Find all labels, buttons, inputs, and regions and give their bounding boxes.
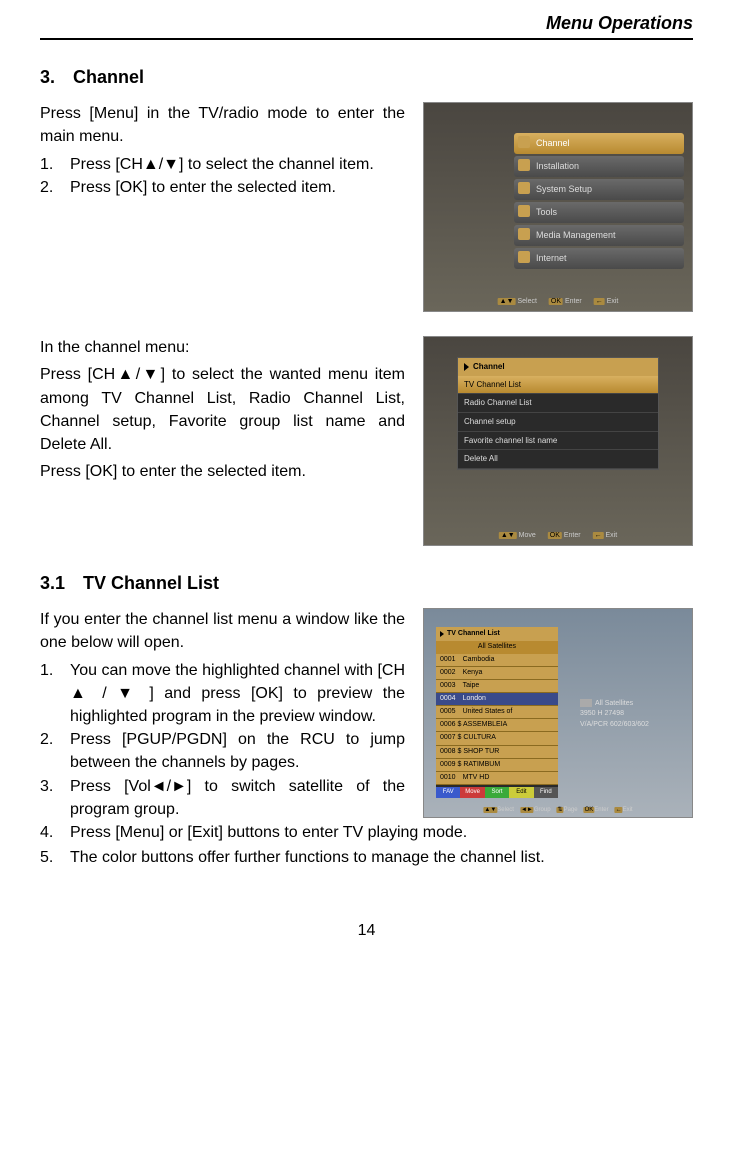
- submenu-row: Delete All: [458, 450, 658, 469]
- menu-row: System Setup: [514, 179, 684, 200]
- channel-row: 0001 Cambodia: [436, 654, 558, 667]
- find-button: Find: [534, 787, 558, 798]
- list-body: The color buttons offer further function…: [70, 846, 693, 869]
- section2-pre: In the channel menu:: [40, 336, 405, 359]
- list-number: 4.: [40, 821, 70, 844]
- menu-item-icon: [518, 159, 530, 171]
- section2-para1: Press [CH▲/▼] to select the wanted menu …: [40, 363, 405, 456]
- channel-info: All Satellites 3950 H 27498 V/A/PCR 602/…: [580, 699, 680, 729]
- hint-bar: ▲▼ Select OK Enter ← Exit: [498, 297, 619, 307]
- list-body: Press [CH▲/▼] to select the channel item…: [70, 153, 405, 176]
- submenu-row: Channel setup: [458, 413, 658, 432]
- channel-row: 0002 Kenya: [436, 667, 558, 680]
- menu-row: Installation: [514, 156, 684, 177]
- channel-row: 0006 $ ASSEMBLEIA: [436, 719, 558, 732]
- screenshot-main-menu: Channel Installation System Setup Tools …: [423, 102, 693, 312]
- list-body: Press [OK] to enter the selected item.: [70, 176, 405, 199]
- section1-intro: Press [Menu] in the TV/radio mode to ent…: [40, 102, 405, 148]
- list-body: You can move the highlighted channel wit…: [70, 659, 405, 729]
- channel-row: 0007 $ CULTURA: [436, 732, 558, 745]
- section-channel-text: Press [Menu] in the TV/radio mode to ent…: [40, 102, 405, 312]
- panel-title: Channel: [458, 358, 658, 376]
- submenu-row: Favorite channel list name: [458, 432, 658, 451]
- section2-para2: Press [OK] to enter the selected item.: [40, 460, 405, 483]
- screenshot-tv-channel-list: TV Channel List All Satellites 0001 Camb…: [423, 608, 693, 818]
- list-number: 3.: [40, 775, 70, 821]
- list-number: 5.: [40, 846, 70, 869]
- submenu-row: Radio Channel List: [458, 394, 658, 413]
- hint-bar: ▲▼ Move OK Enter ← Exit: [499, 531, 617, 541]
- screenshot-channel-submenu: Channel TV Channel List Radio Channel Li…: [423, 336, 693, 546]
- edit-button: Edit: [509, 787, 533, 798]
- section3-full-list: 4. Press [Menu] or [Exit] buttons to ent…: [40, 821, 693, 869]
- header-title: Menu Operations: [546, 13, 693, 33]
- section-channel-heading: 3. Channel: [40, 64, 693, 90]
- fav-button: FAV: [436, 787, 460, 798]
- list-body: Press [Menu] or [Exit] buttons to enter …: [70, 821, 693, 844]
- section-tvlist-heading: 3.1 TV Channel List: [40, 570, 693, 596]
- hint-bar: ▲▼Select ◄►Group ⇅Page OKEnter ←Exit: [483, 806, 632, 815]
- move-button: Move: [460, 787, 484, 798]
- list-number: 1.: [40, 659, 70, 729]
- list-body: Press [Vol◄/►] to switch satellite of th…: [70, 775, 405, 821]
- section-tvlist-text: If you enter the channel list menu a win…: [40, 608, 405, 821]
- section-channel-menu-text: In the channel menu: Press [CH▲/▼] to se…: [40, 336, 405, 546]
- list-body: Press [PGUP/PGDN] on the RCU to jump bet…: [70, 728, 405, 774]
- menu-item-icon: [518, 251, 530, 263]
- flag-icon: [580, 699, 592, 707]
- satellite-chip: All Satellites: [436, 641, 558, 653]
- section3-intro: If you enter the channel list menu a win…: [40, 608, 405, 654]
- channel-row: 0003 Taipe: [436, 680, 558, 693]
- page-number: 14: [40, 919, 693, 942]
- triangle-icon: [440, 631, 444, 637]
- menu-item-icon: [518, 182, 530, 194]
- sort-button: Sort: [485, 787, 509, 798]
- submenu-row-selected: TV Channel List: [458, 376, 658, 395]
- menu-item-icon: [518, 228, 530, 240]
- channel-row: 0008 $ SHOP TUR: [436, 746, 558, 759]
- menu-item-icon: [518, 136, 530, 148]
- menu-row-selected: Channel: [514, 133, 684, 154]
- menu-row: Media Management: [514, 225, 684, 246]
- list-number: 1.: [40, 153, 70, 176]
- menu-row: Internet: [514, 248, 684, 269]
- menu-item-icon: [518, 205, 530, 217]
- menu-row: Tools: [514, 202, 684, 223]
- list-number: 2.: [40, 728, 70, 774]
- channel-row: 0009 $ RATIMBUM: [436, 759, 558, 772]
- page-header: Menu Operations: [40, 10, 693, 40]
- channel-row: 0005 United States of: [436, 706, 558, 719]
- panel-title: TV Channel List: [436, 627, 558, 641]
- triangle-icon: [464, 363, 469, 371]
- list-number: 2.: [40, 176, 70, 199]
- channel-row-highlight: 0004 London: [436, 693, 558, 706]
- color-buttons: FAV Move Sort Edit Find: [436, 787, 558, 798]
- channel-row: 0010 MTV HD: [436, 772, 558, 785]
